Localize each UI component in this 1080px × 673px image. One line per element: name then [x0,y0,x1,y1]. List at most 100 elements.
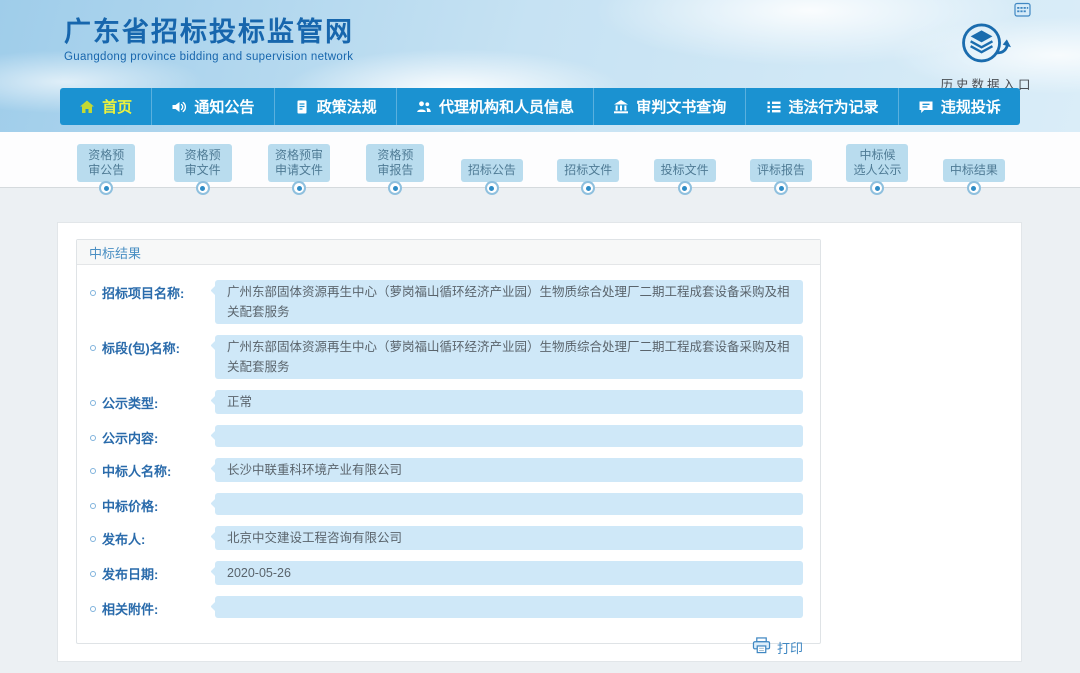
nav-label: 违规投诉 [941,96,1001,117]
step-dot-icon [967,181,981,195]
field-value: 2020-05-26 [215,561,803,585]
bullet-icon [90,345,96,351]
document-icon [294,99,310,115]
field-label: 公示类型: [90,390,215,412]
nav-label: 首页 [102,96,132,117]
nav-item-judgment-search[interactable]: 审判文书查询 [593,88,745,125]
step-bubble: 招标公告 [461,159,523,182]
row-project-name: 招标项目名称: 广州东部固体资源再生中心（萝岗福山循环经济产业园）生物质综合处理… [90,280,803,324]
megaphone-icon [171,99,187,115]
history-data-entry[interactable]: 历史数据入口 [922,20,1052,93]
step-bubble: 评标报告 [750,159,812,182]
step-bubble: 资格预 审公告 [77,144,135,182]
step-evaluation-report[interactable]: 评标报告 [733,132,829,188]
calendar-icon[interactable] [1014,2,1031,17]
print-label: 打印 [777,638,803,657]
nav-item-home[interactable]: 首页 [60,88,151,125]
step-prequalification-document[interactable]: 资格预 审文件 [154,132,250,188]
process-steps: 资格预 审公告 资格预 审文件 资格预审 申请文件 资格预 审报告 招标公告 [58,132,1022,188]
step-dot-icon [581,181,595,195]
nav-item-notices[interactable]: 通知公告 [151,88,273,125]
step-bid-document[interactable]: 投标文件 [636,132,732,188]
row-publish-date: 发布日期: 2020-05-26 [90,561,803,585]
main-nav: 首页 通知公告 政策法规 [60,88,1020,125]
step-bubble: 投标文件 [654,159,716,182]
field-label: 相关附件: [90,596,215,618]
row-bid-price: 中标价格: [90,493,803,515]
step-dot-icon [774,181,788,195]
step-tender-document[interactable]: 招标文件 [540,132,636,188]
row-attachments: 相关附件: [90,596,803,618]
site-subtitle: Guangdong province bidding and supervisi… [64,51,354,63]
bullet-icon [90,400,96,406]
nav-item-policies[interactable]: 政策法规 [274,88,396,125]
field-value: 长沙中联重科环境产业有限公司 [215,458,803,482]
nav-label: 违法行为记录 [789,96,879,117]
bullet-icon [90,435,96,441]
list-icon [766,99,782,115]
bid-result-form: 招标项目名称: 广州东部固体资源再生中心（萝岗福山循环经济产业园）生物质综合处理… [77,265,820,635]
print-row: 打印 [77,635,820,657]
step-dot-icon [678,181,692,195]
nav-item-violation-records[interactable]: 违法行为记录 [745,88,897,125]
field-label: 招标项目名称: [90,280,215,302]
step-prequalification-report[interactable]: 资格预 审报告 [347,132,443,188]
step-bubble: 招标文件 [557,159,619,182]
field-value: 广州东部固体资源再生中心（萝岗福山循环经济产业园）生物质综合处理厂二期工程成套设… [215,335,803,379]
bullet-icon [90,468,96,474]
row-publicity-content: 公示内容: [90,425,803,447]
row-section-name: 标段(包)名称: 广州东部固体资源再生中心（萝岗福山循环经济产业园）生物质综合处… [90,335,803,379]
home-icon [79,99,95,115]
panel-title: 中标结果 [77,240,820,265]
step-dot-icon [388,181,402,195]
step-prequalification-announcement[interactable]: 资格预 审公告 [58,132,154,188]
nav-label: 审判文书查询 [636,96,726,117]
field-label: 中标价格: [90,493,215,515]
comment-icon [918,99,934,115]
field-value: 北京中交建设工程咨询有限公司 [215,526,803,550]
field-label: 公示内容: [90,425,215,447]
layers-arrow-icon [945,55,1029,72]
content-panel: 中标结果 招标项目名称: 广州东部固体资源再生中心（萝岗福山循环经济产业园）生物… [57,222,1022,662]
site-logo[interactable]: 广东省招标投标监管网 Guangdong province bidding an… [64,10,354,63]
bank-icon [613,99,629,115]
step-bubble: 中标候 选人公示 [846,144,908,182]
row-publicity-type: 公示类型: 正常 [90,390,803,414]
page-root: 广东省招标投标监管网 Guangdong province bidding an… [0,0,1080,673]
step-bid-result[interactable]: 中标结果 [926,132,1022,188]
bullet-icon [90,536,96,542]
step-bubble: 中标结果 [943,159,1005,182]
nav-label: 政策法规 [317,96,377,117]
bullet-icon [90,606,96,612]
field-label: 发布日期: [90,561,215,583]
step-bubble: 资格预审 申请文件 [268,144,330,182]
step-candidate-publicity[interactable]: 中标候 选人公示 [829,132,925,188]
bullet-icon [90,571,96,577]
step-dot-icon [196,181,210,195]
field-value: 广州东部固体资源再生中心（萝岗福山循环经济产业园）生物质综合处理厂二期工程成套设… [215,280,803,324]
nav-label: 通知公告 [194,96,254,117]
step-prequalification-application[interactable]: 资格预审 申请文件 [251,132,347,188]
row-winner-name: 中标人名称: 长沙中联重科环境产业有限公司 [90,458,803,482]
step-tender-announcement[interactable]: 招标公告 [444,132,540,188]
step-dot-icon [870,181,884,195]
field-value [215,493,803,515]
bid-result-box: 中标结果 招标项目名称: 广州东部固体资源再生中心（萝岗福山循环经济产业园）生物… [76,239,821,644]
field-value [215,425,803,447]
step-dot-icon [99,181,113,195]
step-dot-icon [485,181,499,195]
site-title: 广东省招标投标监管网 [64,10,354,49]
print-button[interactable]: 打印 [752,637,803,657]
field-label: 标段(包)名称: [90,335,215,357]
nav-item-agencies[interactable]: 代理机构和人员信息 [396,88,593,125]
nav-item-complaints[interactable]: 违规投诉 [898,88,1020,125]
field-value [215,596,803,618]
people-icon [416,99,432,115]
printer-icon [752,637,771,657]
field-label: 发布人: [90,526,215,548]
process-steps-band: 资格预 审公告 资格预 审文件 资格预审 申请文件 资格预 审报告 招标公告 [0,132,1080,188]
bullet-icon [90,290,96,296]
bullet-icon [90,503,96,509]
row-publisher: 发布人: 北京中交建设工程咨询有限公司 [90,526,803,550]
field-label: 中标人名称: [90,458,215,480]
